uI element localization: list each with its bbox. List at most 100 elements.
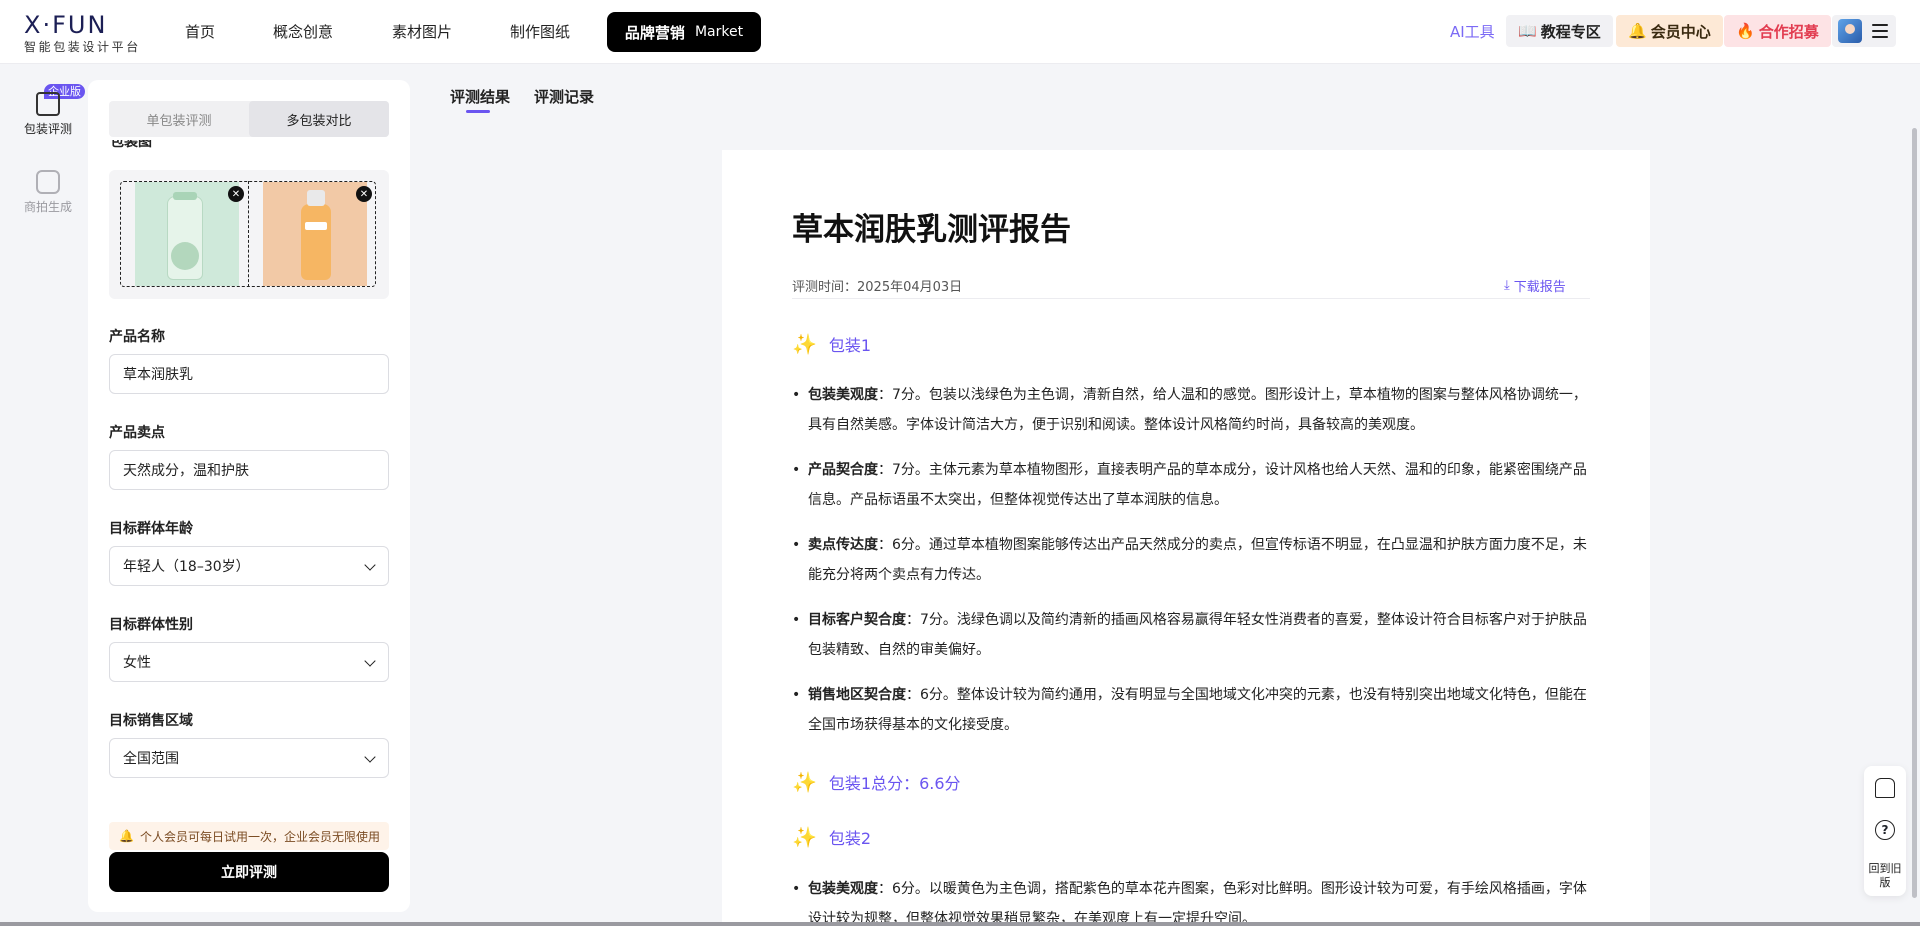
- package-image-1: [135, 182, 239, 286]
- remove-image-1-icon[interactable]: ✕: [228, 186, 244, 202]
- partner-recruit-button[interactable]: 🔥 合作招募: [1724, 15, 1831, 47]
- back-to-old-version-button[interactable]: 回到旧版: [1864, 862, 1906, 890]
- item-label: 包装美观度: [808, 881, 878, 897]
- chevron-down-icon: [364, 655, 376, 667]
- download-report-link[interactable]: ⤓ 下载报告: [1504, 276, 1566, 295]
- target-age-label: 目标群体年龄: [109, 521, 193, 537]
- nav-drawings[interactable]: 制作图纸: [510, 20, 570, 44]
- avatar[interactable]: [1838, 19, 1862, 43]
- tab-results[interactable]: 评测结果: [450, 86, 510, 107]
- logo[interactable]: X·FUN 智能包装设计平台: [24, 12, 144, 55]
- logo-wordmark: X·FUN: [24, 11, 108, 39]
- item-text: ：7分。包装以浅绿色为主色调，清新自然，给人温和的感觉。图形设计上，草本植物的图…: [808, 387, 1587, 433]
- hamburger-menu-icon[interactable]: [1872, 24, 1888, 38]
- leaf-pattern: [171, 242, 199, 270]
- download-label: 下载报告: [1513, 280, 1566, 295]
- eval-form-panel: 单包装评测 多包装对比 包装图 ✕ ✕ 产品名称 草本润肤乳 产品卖点 天然成分…: [88, 80, 410, 912]
- item-text: ：6分。整体设计较为简约通用，没有明显与全国地域文化冲突的元素，也没有特别突出地…: [808, 687, 1587, 733]
- item-text: ：7分。浅绿色调以及简约清新的插画风格容易赢得年轻女性消费者的喜爱，整体设计符合…: [808, 612, 1587, 658]
- item-label: 销售地区契合度: [808, 687, 906, 703]
- member-center-button[interactable]: 🔔 会员中心: [1616, 15, 1723, 47]
- rail-package-eval[interactable]: 包装评测: [14, 92, 82, 137]
- list-item: 包装美观度：6分。以暖黄色为主色调，搭配紫色的草本花卉图案，色彩对比鲜明。图形设…: [792, 874, 1592, 926]
- target-region-select[interactable]: 全国范围: [109, 738, 389, 778]
- item-text: ：6分。通过草本植物图案能够传达出产品天然成分的卖点，但宣传标语不明显，在凸显温…: [808, 537, 1587, 583]
- rail-product-shoot[interactable]: 商拍生成: [14, 170, 82, 215]
- product-name-input[interactable]: 草本润肤乳: [109, 354, 389, 394]
- camera-icon: [36, 170, 60, 194]
- partner-label: 合作招募: [1758, 22, 1819, 41]
- item-text: ：7分。主体元素为草本植物图形，直接表明产品的草本成分，设计风格也给人天然、温和…: [808, 462, 1587, 508]
- nav-brand-marketing-suffix: Market: [694, 24, 744, 40]
- list-item: 销售地区契合度：6分。整体设计较为简约通用，没有明显与全国地域文化冲突的元素，也…: [792, 680, 1592, 740]
- product-name-label: 产品名称: [109, 329, 165, 345]
- section-heading-pkg1: ✨ 包装1: [792, 332, 871, 356]
- rail-package-eval-label: 包装评测: [23, 122, 72, 136]
- tab-single-package[interactable]: 单包装评测: [109, 101, 249, 137]
- floating-toolbar: ? 回到旧版: [1864, 766, 1906, 896]
- mode-segmented-control: 单包装评测 多包装对比: [109, 101, 389, 137]
- target-age-select[interactable]: 年轻人（18–30岁）: [109, 546, 389, 586]
- pkg1-total: 包装1总分：6.6分: [828, 774, 961, 793]
- package-images-area: ✕ ✕: [109, 170, 389, 299]
- user-menu[interactable]: [1832, 15, 1896, 47]
- item-label: 目标客户契合度: [808, 612, 906, 628]
- nav-concept[interactable]: 概念创意: [273, 20, 333, 44]
- target-gender-value: 女性: [123, 655, 151, 671]
- report-divider: [792, 298, 1590, 299]
- ai-tools-link[interactable]: AI工具: [1450, 15, 1495, 47]
- download-icon: ⤓: [1504, 278, 1510, 293]
- bell-icon: 🔔: [1628, 22, 1647, 40]
- section-heading-pkg2: ✨ 包装2: [792, 825, 871, 849]
- active-tab-indicator: [466, 110, 490, 113]
- sparkle-icon: ✨: [792, 332, 817, 356]
- bottle-cap: [173, 192, 197, 200]
- list-item: 包装美观度：7分。包装以浅绿色为主色调，清新自然，给人温和的感觉。图形设计上，草…: [792, 380, 1592, 440]
- section-pkg1-total: ✨ 包装1总分：6.6分: [792, 770, 961, 794]
- list-item: 产品契合度：7分。主体元素为草本植物图形，直接表明产品的草本成分，设计风格也给人…: [792, 455, 1592, 515]
- start-eval-button[interactable]: 立即评测: [109, 852, 389, 892]
- pkg2-heading: 包装2: [828, 829, 872, 848]
- usage-notice-text: 个人会员可每日试用一次，企业会员无限使用: [139, 829, 380, 844]
- tutorial-button[interactable]: 📖 教程专区: [1506, 15, 1613, 47]
- chevron-down-icon: [364, 559, 376, 571]
- sparkle-icon: ✨: [792, 770, 817, 794]
- member-label: 会员中心: [1650, 22, 1711, 41]
- nav-brand-marketing-label: 品牌营销: [624, 23, 685, 42]
- nav-materials[interactable]: 素材图片: [392, 20, 452, 44]
- report-icon: [36, 92, 60, 116]
- logo-tagline: 智能包装设计平台: [24, 40, 141, 54]
- tab-multi-package[interactable]: 多包装对比: [249, 101, 389, 137]
- image-divider: [248, 181, 249, 287]
- help-icon[interactable]: ?: [1875, 820, 1895, 840]
- pkg1-heading: 包装1: [828, 336, 872, 355]
- rail-product-shoot-label: 商拍生成: [23, 200, 72, 214]
- scrollbar[interactable]: [1912, 128, 1917, 898]
- tab-history[interactable]: 评测记录: [534, 86, 594, 107]
- bottle-orange: [301, 204, 331, 280]
- report-card: 草本润肤乳测评报告 评测时间：2025年04月03日 ⤓ 下载报告 ✨ 包装1 …: [722, 150, 1650, 926]
- bottle-label: [305, 222, 327, 230]
- report-title: 草本润肤乳测评报告: [792, 212, 1071, 248]
- nav-brand-marketing[interactable]: 品牌营销 Market: [607, 12, 761, 52]
- book-icon: 📖: [1518, 22, 1537, 40]
- nav-home[interactable]: 首页: [185, 20, 215, 44]
- selling-point-label: 产品卖点: [109, 425, 165, 441]
- target-gender-label: 目标群体性别: [109, 617, 193, 633]
- usage-notice: 🔔 个人会员可每日试用一次，企业会员无限使用: [109, 822, 389, 850]
- item-label: 产品契合度: [808, 462, 878, 478]
- selling-point-input[interactable]: 天然成分，温和护肤: [109, 450, 389, 490]
- package-image-2: [263, 182, 367, 286]
- list-item: 卖点传达度：6分。通过草本植物图案能够传达出产品天然成分的卖点，但宣传标语不明显…: [792, 530, 1592, 590]
- item-text: ：6分。以暖黄色为主色调，搭配紫色的草本花卉图案，色彩对比鲜明。图形设计较为可爱…: [808, 881, 1587, 926]
- report-date: 评测时间：2025年04月03日: [792, 280, 963, 295]
- pump-cap: [307, 190, 325, 206]
- remove-image-2-icon[interactable]: ✕: [356, 186, 372, 202]
- target-region-value: 全国范围: [123, 751, 179, 767]
- images-label: 包装图: [110, 140, 152, 150]
- target-age-value: 年轻人（18–30岁）: [123, 559, 250, 575]
- bottom-bar: [0, 922, 1920, 926]
- target-gender-select[interactable]: 女性: [109, 642, 389, 682]
- headset-icon[interactable]: [1875, 778, 1895, 798]
- bell-icon: 🔔: [119, 829, 134, 843]
